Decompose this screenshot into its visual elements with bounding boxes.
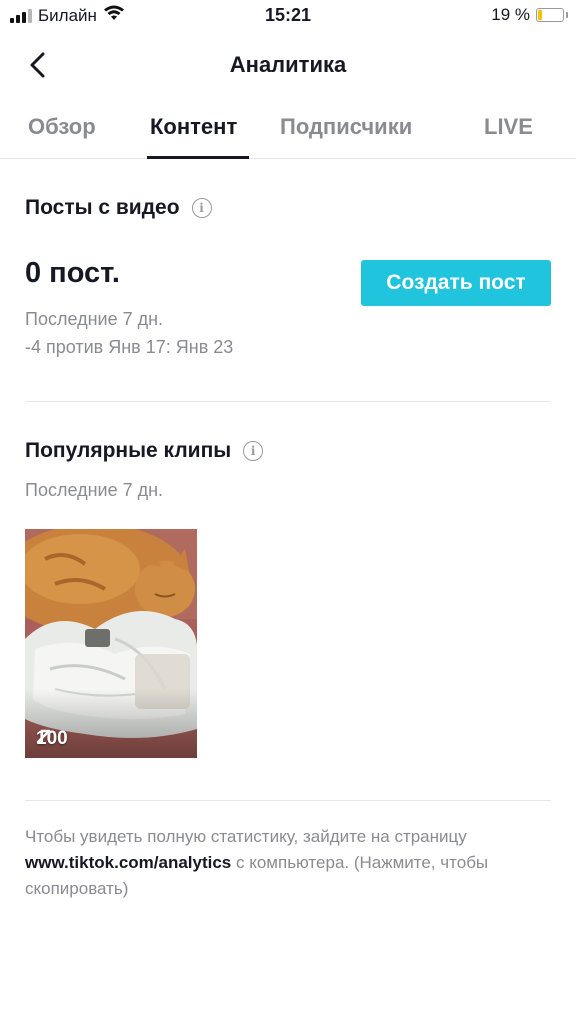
status-bar: Билайн 15:21 19 %: [0, 0, 576, 34]
popular-section-title: Популярные клипы i: [25, 439, 264, 463]
header: Аналитика: [0, 40, 576, 90]
clip-views: 100: [36, 728, 68, 750]
section-divider: [25, 800, 551, 801]
clock: 15:21: [264, 5, 312, 25]
battery-status: 19 %: [491, 5, 568, 25]
page-title: Аналитика: [229, 52, 347, 77]
tab-bar: Обзор Контент Подписчики LIVE: [0, 104, 576, 159]
analytics-link[interactable]: www.tiktok.com/analytics: [25, 853, 231, 872]
tab-followers[interactable]: Подписчики: [280, 114, 412, 140]
battery-level: [538, 10, 542, 20]
tab-overview[interactable]: Обзор: [28, 114, 96, 140]
battery-percent: 19 %: [491, 5, 530, 24]
section-divider: [25, 401, 551, 402]
info-icon[interactable]: i: [243, 441, 264, 461]
posts-comparison: -4 против Янв 17: Янв 23: [25, 337, 234, 357]
posts-section-label: Посты с видео: [25, 196, 180, 219]
posts-section-title: Посты с видео i: [25, 196, 212, 220]
tab-live[interactable]: LIVE: [484, 114, 533, 140]
active-tab-indicator: [147, 156, 249, 159]
create-post-button[interactable]: Создать пост: [361, 260, 551, 306]
popular-section-label: Популярные клипы: [25, 439, 232, 462]
battery-icon: [536, 8, 568, 22]
info-icon[interactable]: i: [191, 198, 212, 218]
posts-count: 0 пост.: [25, 257, 120, 289]
trend-arrow-icon: [36, 729, 51, 744]
tab-content[interactable]: Контент: [150, 114, 237, 140]
clip-preview-image: [25, 529, 197, 758]
footer-text-before: Чтобы увидеть полную статистику, зайдите…: [25, 827, 467, 846]
popular-period: Последние 7 дн.: [25, 480, 164, 500]
footer-note[interactable]: Чтобы увидеть полную статистику, зайдите…: [25, 824, 555, 902]
posts-period: Последние 7 дн.: [25, 309, 164, 329]
clip-thumbnail[interactable]: 100: [25, 529, 197, 758]
